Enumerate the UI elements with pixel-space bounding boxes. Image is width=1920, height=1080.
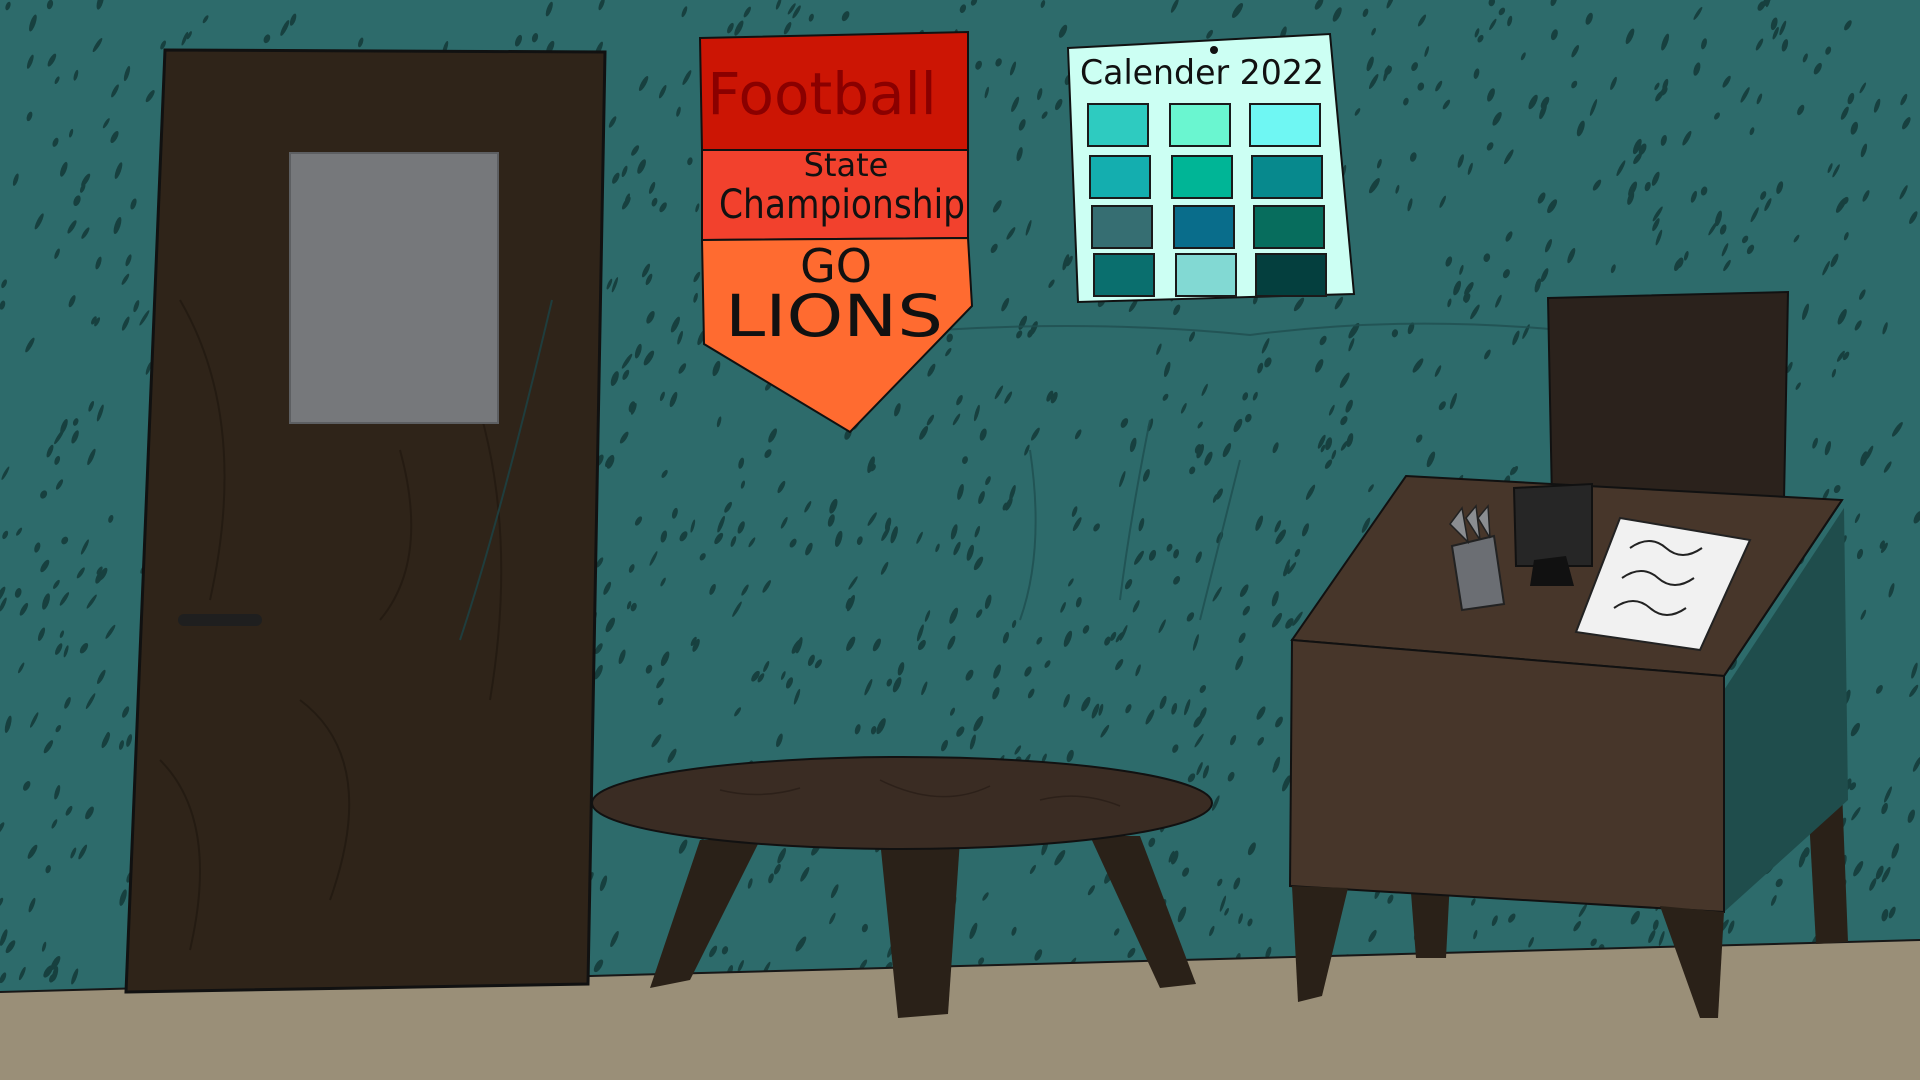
calendar-month-square [1169,103,1231,147]
wall-calendar: Calender 2022 [1066,32,1356,304]
calendar-month-square [1173,205,1235,249]
calendar-month-square [1251,155,1323,199]
calendar-month-square [1249,103,1321,147]
calendar-month-square [1093,253,1155,297]
table-top [591,756,1213,850]
desk-chair [1546,290,1790,501]
calendar-month-square [1175,253,1237,297]
door-handle[interactable] [178,614,262,626]
calendar-month-square [1253,205,1325,249]
door-window [289,152,499,424]
calendar-month-square [1089,155,1151,199]
door[interactable] [124,48,607,994]
pennant-line-3: Championship [719,182,965,228]
calendar-month-square [1087,103,1149,147]
pennant-line-5: LIONS [725,282,943,350]
pennant-line-2: State [804,146,889,184]
desk-front [1288,638,1725,914]
calendar-month-square [1171,155,1233,199]
pennant-line-1: Football [707,60,937,128]
calendar-title: Calender 2022 [1080,53,1324,93]
calendar-month-square [1091,205,1153,249]
calendar-month-square [1255,253,1327,297]
chair-back [1546,290,1790,501]
room-scene: Football State Championship GO LIONS Cal… [0,0,1920,1080]
